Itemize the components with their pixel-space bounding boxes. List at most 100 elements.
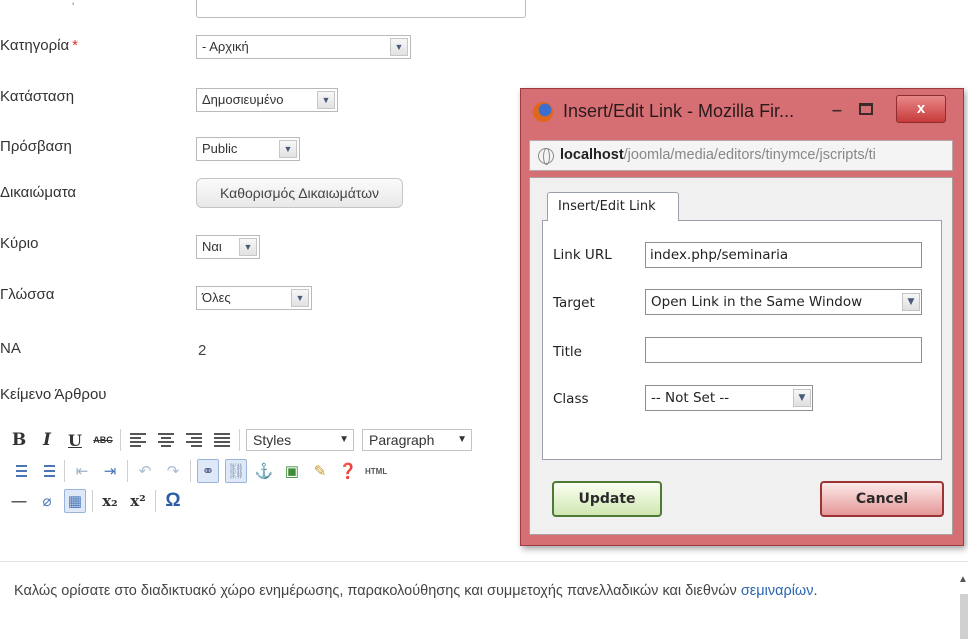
undo-button[interactable]: ↶ [134, 459, 156, 483]
align-center-button[interactable] [155, 428, 177, 452]
target-select[interactable]: Open Link in the Same Window ▼ [645, 289, 922, 315]
align-right-button[interactable] [183, 428, 205, 452]
bullet-list-icon [11, 465, 27, 477]
editor-content-border [0, 561, 968, 562]
link-icon: ⚭ [201, 463, 215, 480]
toolbar-separator [120, 429, 121, 451]
category-select[interactable]: - Αρχική ▼ [196, 35, 411, 59]
align-center-icon [158, 432, 174, 448]
subscript-button[interactable]: x₂ [99, 489, 121, 513]
redo-icon: ↷ [166, 463, 180, 480]
align-justify-button[interactable] [211, 428, 233, 452]
toolbar-separator [239, 429, 240, 451]
align-left-button[interactable] [127, 428, 149, 452]
anchor-button[interactable]: ⚓ [253, 459, 275, 483]
title-input[interactable] [645, 337, 922, 363]
featured-value: Ναι [202, 239, 222, 254]
firefox-icon [533, 102, 553, 122]
chevron-down-icon: ▼ [902, 293, 920, 311]
previous-field-input[interactable] [196, 0, 526, 18]
toolbar-separator [92, 490, 93, 512]
horizontal-rule-button[interactable]: — [8, 489, 30, 513]
bullet-list-button[interactable] [8, 459, 30, 483]
language-value: Όλες [202, 290, 231, 305]
table-grid-icon: ▦ [67, 493, 83, 510]
editor-toolbar-row-3: — ⌀ ▦ x₂ x² Ω [8, 487, 190, 515]
chevron-down-icon: ▼ [239, 238, 257, 256]
editor-toolbar-row-1: B I U ABC Styles ▼ Paragraph ▼ [8, 426, 480, 454]
target-value: Open Link in the Same Window [651, 294, 863, 310]
language-select[interactable]: Όλες ▼ [196, 286, 312, 310]
access-value: Public [202, 141, 238, 156]
maximize-button[interactable] [859, 103, 873, 115]
category-label: Κατηγορία * [0, 37, 78, 54]
outdent-button[interactable]: ⇤ [71, 459, 93, 483]
id-label: ΝΑ [0, 340, 21, 357]
numbered-list-icon [39, 465, 55, 477]
special-char-button[interactable]: Ω [162, 489, 184, 513]
anchor-icon: ⚓ [254, 463, 274, 480]
required-mark: * [72, 37, 78, 54]
align-right-icon [186, 432, 202, 448]
close-button[interactable]: x [896, 95, 946, 123]
toolbar-separator [155, 490, 156, 512]
chevron-down-icon: ▼ [390, 38, 408, 56]
scrollbar-thumb[interactable] [960, 594, 968, 639]
featured-label: Κύριο [0, 235, 39, 252]
cleanup-button[interactable]: ✎ [309, 459, 331, 483]
editor-toolbar-row-2: ⇤ ⇥ ↶ ↷ ⚭ ⛓ ⚓ ▣ ✎ ❓ HTML [8, 457, 393, 485]
help-icon: ❓ [338, 463, 358, 480]
featured-select[interactable]: Ναι ▼ [196, 235, 260, 259]
redo-button[interactable]: ↷ [162, 459, 184, 483]
toolbar-separator [64, 460, 65, 482]
chevron-down-icon: ▼ [291, 289, 309, 307]
set-permissions-button[interactable]: Καθορισμός Δικαιωμάτων [196, 178, 403, 208]
align-left-icon [130, 432, 146, 448]
numbered-list-button[interactable] [36, 459, 58, 483]
italic-button[interactable]: I [36, 428, 58, 452]
remove-format-button[interactable]: ⌀ [36, 489, 58, 513]
access-select[interactable]: Public ▼ [196, 137, 300, 161]
category-label-text: Κατηγορία [0, 37, 70, 54]
tab-insert-edit-link[interactable]: Insert/Edit Link [547, 192, 679, 221]
styles-select[interactable]: Styles ▼ [246, 429, 354, 451]
status-value: Δημοσιευμένο [202, 92, 284, 107]
status-select[interactable]: Δημοσιευμένο ▼ [196, 88, 338, 112]
broom-icon: ✎ [313, 463, 327, 480]
outdent-icon: ⇤ [75, 463, 89, 480]
link-url-input[interactable]: index.php/seminaria [645, 242, 922, 268]
language-label: Γλώσσα [0, 286, 55, 303]
cancel-button[interactable]: Cancel [820, 481, 944, 517]
permissions-label: Δικαιώματα [0, 184, 77, 201]
visual-aid-button[interactable]: ▦ [64, 489, 86, 513]
access-label: Πρόσβαση [0, 138, 72, 155]
minimize-button[interactable]: ‒ [825, 101, 849, 121]
strikethrough-button[interactable]: ABC [92, 428, 114, 452]
unlink-icon: ⛓ [226, 463, 246, 480]
class-select[interactable]: -- Not Set -- ▼ [645, 385, 813, 411]
indent-button[interactable]: ⇥ [99, 459, 121, 483]
address-bar[interactable]: localhost/joomla/media/editors/tinymce/j… [529, 140, 953, 171]
image-icon: ▣ [284, 463, 300, 480]
update-button[interactable]: Update [552, 481, 662, 517]
scroll-up-arrow-icon[interactable]: ▲ [958, 574, 968, 585]
chevron-down-icon: ▼ [317, 91, 335, 109]
paragraph-format-select[interactable]: Paragraph ▼ [362, 429, 472, 451]
help-button[interactable]: ❓ [337, 459, 359, 483]
unlink-button[interactable]: ⛓ [225, 459, 247, 483]
insert-image-button[interactable]: ▣ [281, 459, 303, 483]
superscript-button[interactable]: x² [127, 489, 149, 513]
url-path: /joomla/media/editors/tinymce/jscripts/t… [623, 147, 876, 163]
editor-content-paragraph[interactable]: Καλώς ορίσατε στο διαδικτυακό χώρο ενημέ… [14, 583, 818, 599]
underline-button[interactable]: U [64, 428, 86, 452]
url-host: localhost [560, 147, 624, 163]
undo-icon: ↶ [138, 463, 152, 480]
insert-link-button[interactable]: ⚭ [197, 459, 219, 483]
dialog-body: Insert/Edit Link Link URL index.php/semi… [529, 177, 953, 535]
id-value: 2 [198, 342, 207, 359]
bold-button[interactable]: B [8, 428, 30, 452]
html-source-button[interactable]: HTML [365, 459, 387, 483]
class-label: Class [553, 391, 589, 407]
eraser-icon: ⌀ [42, 493, 52, 510]
seminars-link[interactable]: σεμιναρίων [741, 583, 814, 599]
